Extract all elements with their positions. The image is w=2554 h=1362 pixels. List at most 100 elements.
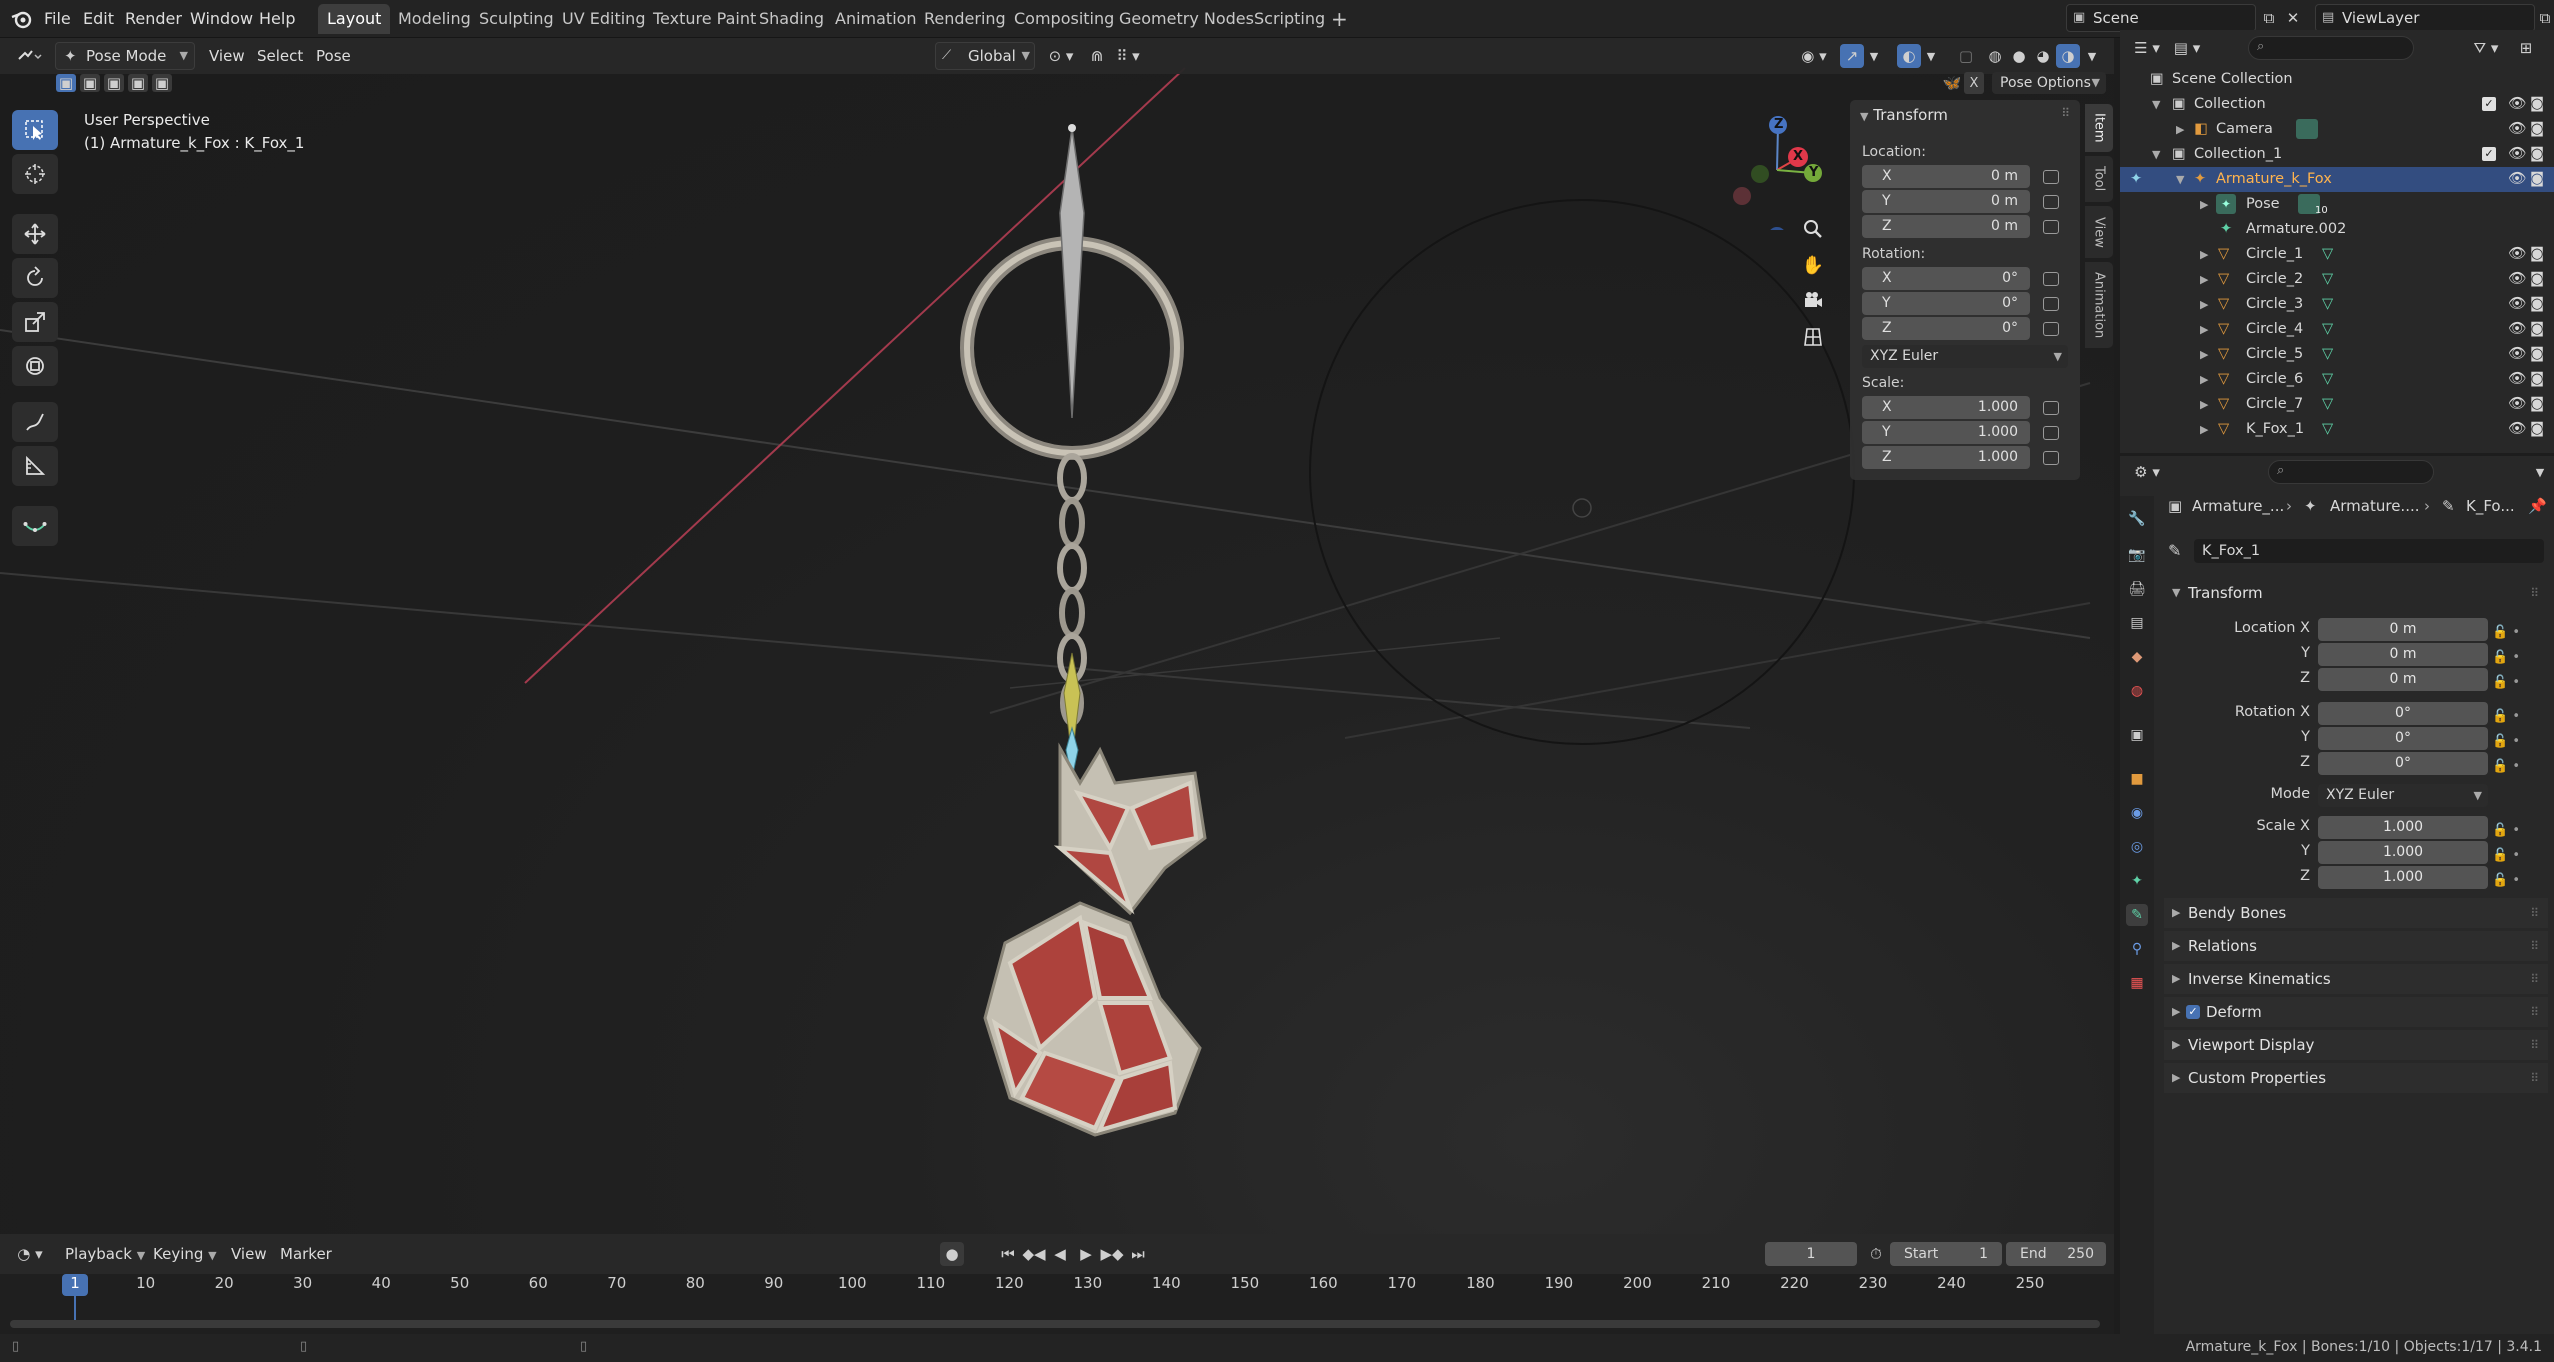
zoom-icon[interactable] — [1798, 214, 1828, 244]
properties-editor-icon[interactable]: ⚙ ▾ — [2130, 460, 2164, 484]
expand-arrow-icon[interactable]: ▼ — [2152, 92, 2160, 117]
object-tab-icon[interactable]: ■ — [2126, 768, 2148, 790]
sidebar-tab-tool[interactable]: Tool — [2085, 156, 2113, 202]
prop-scale-x[interactable]: 1.000 — [2318, 816, 2488, 839]
outliner-row-pose[interactable]: ▶ ✦ Pose 10 — [2120, 192, 2554, 217]
eye-icon[interactable]: 👁 — [2508, 167, 2526, 192]
rendered-shading-icon[interactable]: ◑ — [2056, 44, 2080, 68]
section-relations[interactable]: ▶ Relations ⠿ — [2164, 931, 2548, 961]
menu-window[interactable]: Window — [190, 0, 253, 38]
rotate-tool[interactable] — [12, 258, 58, 298]
play-icon[interactable]: ▶ — [1074, 1242, 1098, 1266]
expand-arrow-icon[interactable]: ▶ — [2200, 367, 2208, 392]
mesh-data-icon[interactable]: ▽ — [2322, 392, 2333, 417]
shading-dropdown-icon[interactable]: ▼ — [2084, 44, 2100, 68]
overlays-toggle-icon[interactable]: ◐ — [1897, 44, 1921, 68]
deform-checkbox[interactable]: ✓ — [2186, 1005, 2200, 1019]
hand-pan-icon[interactable]: ✋ — [1798, 250, 1828, 280]
eye-icon[interactable]: 👁 — [2508, 242, 2526, 267]
view-layer-selector[interactable]: ▤ ViewLayer — [2315, 4, 2535, 32]
outliner-row-collection-1[interactable]: ▼ ▣ Collection_1 ✓ 👁 ◙ — [2120, 142, 2554, 167]
lock-icon[interactable]: 🔓 • — [2492, 645, 2520, 670]
tab-modeling[interactable]: Modeling — [389, 4, 480, 34]
scale-x-field[interactable]: X 1.000 — [1862, 396, 2030, 419]
lock-icon[interactable]: 🔓 • — [2492, 843, 2520, 868]
mesh-data-icon[interactable]: ▽ — [2322, 342, 2333, 367]
timeline-menu-view[interactable]: View — [231, 1234, 267, 1274]
expand-arrow-icon[interactable]: ▼ — [2176, 167, 2184, 192]
location-y-field[interactable]: Y 0 m — [1862, 190, 2030, 213]
npanel-transform-header[interactable]: ▼ Transform — [1860, 106, 1948, 124]
rotation-x-field[interactable]: X 0° — [1862, 267, 2030, 290]
outliner-row-circle-5[interactable]: ▶ ▽ Circle_5 ▽ 👁 ◙ — [2120, 342, 2554, 367]
visibility-icon[interactable]: ◉ ▾ — [1794, 44, 1834, 68]
tab-animation[interactable]: Animation — [826, 4, 926, 34]
camera-icon[interactable]: ◙ — [2530, 342, 2544, 367]
outliner-row-circle-2[interactable]: ▶ ▽ Circle_2 ▽ 👁 ◙ — [2120, 267, 2554, 292]
section-viewport-display[interactable]: ▶ Viewport Display ⠿ — [2164, 1030, 2548, 1060]
blender-logo-icon[interactable] — [8, 6, 34, 32]
snap-icon[interactable]: ⋒ — [1087, 44, 1107, 68]
outliner-row-scene-collection[interactable]: ▣ Scene Collection — [2120, 67, 2554, 92]
display-mode-icon[interactable]: ▤ ▾ — [2170, 36, 2204, 60]
mesh-data-icon[interactable]: ▽ — [2322, 367, 2333, 392]
camera-icon[interactable]: ◙ — [2530, 292, 2544, 317]
pose-mirror-icon[interactable]: 🦋 — [1940, 72, 1964, 94]
delete-scene-icon[interactable]: ✕ — [2282, 6, 2304, 30]
bone-constraint-tab-icon[interactable]: ⚲ — [2126, 938, 2148, 960]
camera-data-icon[interactable] — [2296, 119, 2318, 139]
camera-icon[interactable]: ◙ — [2530, 92, 2544, 117]
new-collection-icon[interactable]: ⊞ — [2512, 36, 2540, 60]
gizmo-dropdown-icon[interactable]: ▼ — [1866, 44, 1882, 68]
expand-arrow-icon[interactable]: ▶ — [2200, 192, 2208, 217]
expand-arrow-icon[interactable]: ▶ — [2200, 417, 2208, 442]
camera-icon[interactable]: ◙ — [2530, 392, 2544, 417]
jump-start-icon[interactable]: ⏮ — [996, 1242, 1020, 1266]
prop-location-x[interactable]: 0 m — [2318, 618, 2488, 641]
solid-shading-icon[interactable]: ● — [2008, 44, 2030, 68]
render-tab-icon[interactable]: 📷 — [2126, 544, 2148, 566]
lock-icon[interactable] — [2043, 195, 2059, 209]
expand-arrow-icon[interactable]: ▼ — [2152, 142, 2160, 167]
physics-tab-icon[interactable]: ◎ — [2126, 836, 2148, 858]
mode-selector[interactable]: ✦ Pose Mode ▼ — [55, 42, 195, 70]
snap-target-icon[interactable]: ⠿ ▾ — [1110, 44, 1146, 68]
menu-help[interactable]: Help — [259, 0, 295, 38]
sidebar-tab-animation[interactable]: Animation — [2085, 262, 2113, 348]
mesh-data-icon[interactable]: ▽ — [2322, 417, 2333, 442]
texture-tab-icon[interactable]: ▦ — [2126, 972, 2148, 994]
ortho-grid-icon[interactable] — [1798, 322, 1828, 352]
rotation-mode-dropdown[interactable]: XYZ Euler ▼ — [1862, 345, 2068, 368]
outliner-row-armature-002[interactable]: ✦ Armature.002 — [2120, 217, 2554, 242]
outliner-row-camera[interactable]: ▶ ◧ Camera 👁 ◙ — [2120, 117, 2554, 142]
camera-icon[interactable]: ◙ — [2530, 242, 2544, 267]
select-invert-icon[interactable]: ▣ — [128, 74, 148, 92]
menu-file[interactable]: File — [44, 0, 71, 38]
eye-icon[interactable]: 👁 — [2508, 142, 2526, 167]
viewport-menu-view[interactable]: View — [209, 38, 245, 74]
outliner-row-armature-k-fox[interactable]: ✦ ▼ ✦ Armature_k_Fox 👁 ◙ — [2120, 167, 2554, 192]
view-layer-copy-icon[interactable]: ⧉ — [2536, 6, 2554, 30]
prop-rotation-mode-dropdown[interactable]: XYZ Euler ▼ — [2318, 784, 2488, 807]
properties-options-chevron-icon[interactable]: ▼ — [2530, 460, 2550, 484]
lock-icon[interactable] — [2043, 401, 2059, 415]
timeline-editor-icon[interactable]: ◔ ▾ — [12, 1242, 48, 1266]
jump-end-icon[interactable]: ⏭ — [1126, 1242, 1150, 1266]
mesh-data-icon[interactable]: ▽ — [2322, 317, 2333, 342]
outliner-row-circle-1[interactable]: ▶ ▽ Circle_1 ▽ 👁 ◙ — [2120, 242, 2554, 267]
start-frame-field[interactable]: Start 1 — [1890, 1242, 2002, 1266]
pivot-point-icon[interactable]: ⊙ ▾ — [1043, 44, 1079, 68]
bone-tab-icon[interactable]: ✎ — [2126, 904, 2148, 926]
outliner-row-circle-6[interactable]: ▶ ▽ Circle_6 ▽ 👁 ◙ — [2120, 367, 2554, 392]
outliner-row-circle-4[interactable]: ▶ ▽ Circle_4 ▽ 👁 ◙ — [2120, 317, 2554, 342]
tab-scripting[interactable]: Scripting — [1245, 4, 1334, 34]
checkbox-icon[interactable]: ✓ — [2482, 97, 2496, 111]
wireframe-shading-icon[interactable]: ◍ — [1984, 44, 2006, 68]
location-x-field[interactable]: X 0 m — [1862, 165, 2030, 188]
tab-shading[interactable]: Shading — [750, 4, 833, 34]
sidebar-tab-item[interactable]: Item — [2085, 104, 2113, 152]
section-bendy-bones[interactable]: ▶ Bendy Bones ⠿ — [2164, 898, 2548, 928]
lock-icon[interactable]: 🔓 • — [2492, 818, 2520, 843]
select-box-tool[interactable] — [12, 110, 58, 150]
prop-scale-y[interactable]: 1.000 — [2318, 841, 2488, 864]
